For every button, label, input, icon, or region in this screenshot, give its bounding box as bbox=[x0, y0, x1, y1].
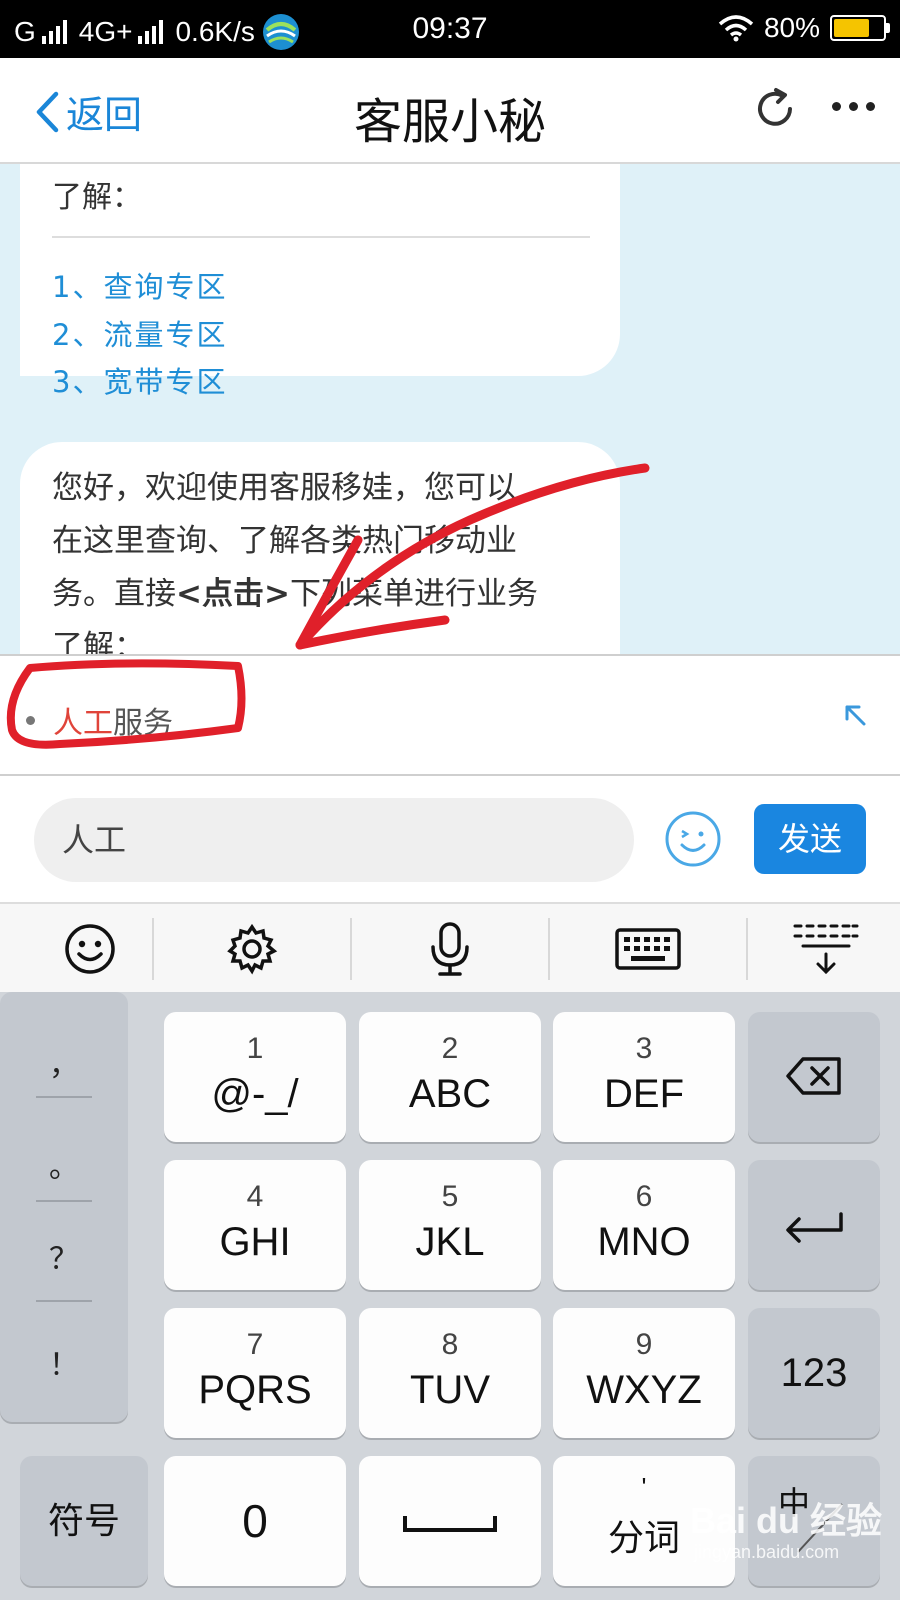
key-number: 5 bbox=[441, 1180, 459, 1213]
emoji-button-icon[interactable] bbox=[664, 810, 722, 868]
nav-bar: 返回 客服小秘 bbox=[0, 58, 900, 164]
key-number: 2 bbox=[441, 1032, 459, 1065]
message-line: 了解： bbox=[52, 629, 145, 654]
keyboard-toolbar bbox=[0, 902, 900, 994]
space-key[interactable] bbox=[359, 1456, 541, 1586]
key-exclaim[interactable]: ！ bbox=[0, 1340, 128, 1384]
key-number: 9 bbox=[635, 1328, 653, 1361]
message-input[interactable]: 人工 bbox=[34, 798, 634, 882]
enter-icon bbox=[786, 1212, 843, 1243]
battery-percent: 80% bbox=[763, 12, 820, 43]
message-line: 您好，欢迎使用客服移娃，您可以 bbox=[52, 470, 517, 506]
more-icon[interactable] bbox=[832, 102, 875, 111]
key-letters: PQRS bbox=[198, 1368, 312, 1412]
divider bbox=[36, 1200, 92, 1202]
bullet-icon bbox=[26, 715, 35, 725]
suggestion-item[interactable]: 人工 服务 bbox=[26, 698, 173, 742]
suggestion-panel: 人工 服务 bbox=[0, 654, 900, 776]
punctuation-column[interactable]: ， 。 ？ ！ bbox=[0, 992, 128, 1422]
key-5[interactable]: 5 JKL bbox=[359, 1160, 541, 1290]
wifi-icon bbox=[718, 15, 754, 42]
suggestion-rest: 服务 bbox=[113, 706, 173, 741]
key-3[interactable]: 3 DEF bbox=[553, 1012, 735, 1142]
key-7[interactable]: 7 PQRS bbox=[164, 1308, 346, 1438]
key-2[interactable]: 2 ABC bbox=[359, 1012, 541, 1142]
fill-arrow-icon[interactable] bbox=[842, 702, 868, 728]
key-1[interactable]: 1 @-_/ bbox=[164, 1012, 346, 1142]
toolbar-divider bbox=[350, 918, 352, 980]
key-comma[interactable]: ， bbox=[0, 1040, 128, 1084]
space-icon bbox=[403, 1516, 497, 1532]
key-number: 8 bbox=[441, 1328, 459, 1361]
message-bubble-welcome: 您好，欢迎使用客服移娃，您可以 在这里查询、了解各类热门移动业 务。直接<点击>… bbox=[20, 442, 620, 654]
message-text: 了解： bbox=[52, 180, 142, 215]
collapse-keyboard-icon[interactable] bbox=[736, 904, 900, 994]
key-letters: DEF bbox=[604, 1072, 684, 1116]
enter-key[interactable] bbox=[748, 1160, 880, 1290]
key-number: 3 bbox=[635, 1032, 653, 1065]
message-fragment: 下列菜单进行业务 bbox=[289, 576, 538, 612]
chat-area: 了解： 1、查询专区 2、流量专区 3、宽带专区 您好，欢迎使用客服移娃，您可以… bbox=[0, 164, 900, 654]
menu-option-data[interactable]: 2、流量专区 bbox=[52, 312, 227, 354]
message-text: 您好，欢迎使用客服移娃，您可以 在这里查询、了解各类热门移动业 务。直接<点击>… bbox=[52, 462, 588, 654]
message-bubble: 了解： 1、查询专区 2、流量专区 3、宽带专区 bbox=[20, 164, 620, 399]
key-letters: MNO bbox=[597, 1220, 691, 1264]
backspace-icon bbox=[786, 1057, 841, 1095]
keyboard-icon[interactable] bbox=[558, 904, 738, 994]
send-button[interactable]: 发送 bbox=[754, 804, 866, 874]
key-letters: @-_/ bbox=[211, 1072, 299, 1116]
backspace-key[interactable] bbox=[748, 1012, 880, 1142]
message-bold: <点击> bbox=[176, 576, 290, 612]
status-right: 80% bbox=[718, 12, 890, 44]
message-line: 务。直接<点击>下列菜单进行业务 bbox=[52, 568, 588, 621]
key-number: 6 bbox=[635, 1180, 653, 1213]
toolbar-divider bbox=[548, 918, 550, 980]
divider bbox=[36, 1300, 92, 1302]
key-number: 1 bbox=[246, 1032, 264, 1065]
microphone-icon[interactable] bbox=[360, 904, 540, 994]
suggestion-highlight: 人工 bbox=[53, 706, 113, 741]
message-fragment: 务。直接 bbox=[52, 576, 176, 612]
key-0[interactable]: 0 bbox=[164, 1456, 346, 1586]
menu-option-query[interactable]: 1、查询专区 bbox=[52, 264, 227, 306]
key-letters: WXYZ bbox=[586, 1368, 702, 1412]
menu-option-broadband[interactable]: 3、宽带专区 bbox=[52, 359, 227, 401]
divider bbox=[36, 1096, 92, 1098]
key-number: 4 bbox=[246, 1180, 264, 1213]
refresh-icon[interactable] bbox=[752, 86, 798, 132]
symbols-key[interactable]: 符号 bbox=[20, 1456, 148, 1586]
watermark-url: jingyan.baidu.com bbox=[694, 1542, 840, 1562]
key-8[interactable]: 8 TUV bbox=[359, 1308, 541, 1438]
watermark-brand: Bai du 经验 bbox=[690, 1500, 883, 1541]
key-letters: TUV bbox=[410, 1368, 490, 1412]
key-letters: JKL bbox=[415, 1220, 485, 1264]
status-bar: G 4G+ 0.6K/s 09:37 80% bbox=[0, 0, 900, 58]
toolbar-divider bbox=[152, 918, 154, 980]
key-9[interactable]: 9 WXYZ bbox=[553, 1308, 735, 1438]
message-line: 在这里查询、了解各类热门移动业 bbox=[52, 523, 517, 559]
divider bbox=[52, 236, 590, 238]
key-4[interactable]: 4 GHI bbox=[164, 1160, 346, 1290]
key-question[interactable]: ？ bbox=[0, 1234, 128, 1278]
keyboard: ， 。 ？ ！ 1 @-_/ 2 ABC 3 DEF 4 GHI 5 JKL 6 MNO 7… bbox=[0, 992, 900, 1600]
key-letters: ABC bbox=[408, 1072, 492, 1116]
numbers-key[interactable]: 123 bbox=[748, 1308, 880, 1438]
battery-icon bbox=[830, 15, 890, 41]
settings-icon[interactable] bbox=[162, 904, 342, 994]
key-letters: GHI bbox=[219, 1220, 291, 1264]
key-period[interactable]: 。 bbox=[0, 1142, 128, 1186]
input-row: 人工 发送 bbox=[0, 776, 900, 902]
key-6[interactable]: 6 MNO bbox=[553, 1160, 735, 1290]
key-number: 7 bbox=[246, 1328, 264, 1361]
